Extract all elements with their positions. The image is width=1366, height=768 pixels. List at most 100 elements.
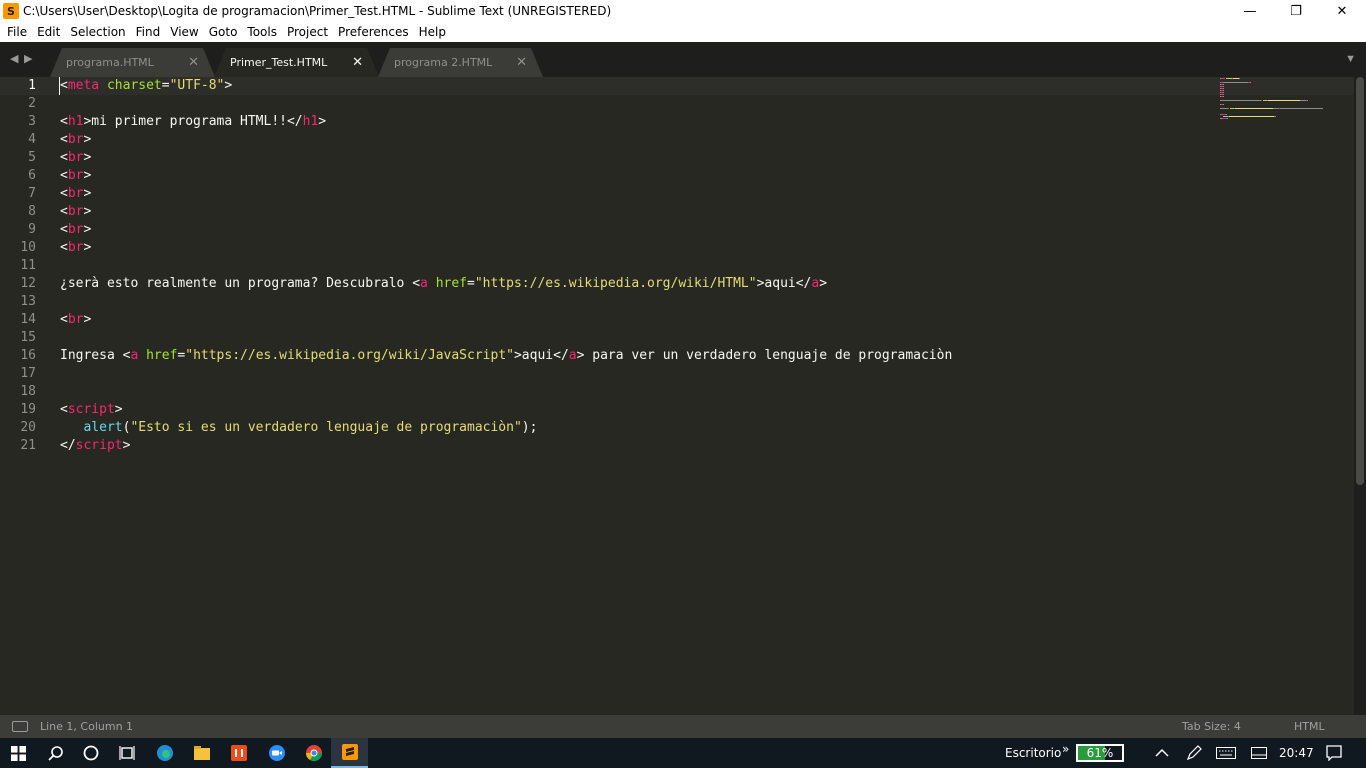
minimap-line [1226, 114, 1227, 115]
tab-label: programa.HTML [66, 56, 154, 69]
code-line[interactable]: alert("Esto si es un verdadero lenguaje … [60, 419, 537, 437]
line-number: 13 [20, 294, 36, 309]
code-token: > [83, 204, 92, 219]
file-explorer-icon[interactable] [183, 738, 220, 768]
desktop-label[interactable]: Escritorio [1005, 746, 1061, 760]
code-token: < [60, 312, 68, 327]
syntax-indicator[interactable]: HTML [1294, 720, 1325, 733]
code-token: href [435, 276, 467, 291]
menu-file[interactable]: File [2, 25, 32, 39]
close-button[interactable]: ✕ [1319, 0, 1365, 22]
sublime-text-app-icon: S [3, 3, 19, 19]
code-token: br [67, 168, 84, 183]
code-line[interactable]: <br> [60, 221, 91, 239]
minimap-line [1223, 94, 1224, 95]
notification-center-icon[interactable] [1315, 738, 1352, 768]
tab-scroll-right-icon[interactable]: ▶ [24, 52, 32, 65]
tab-list-dropdown-icon[interactable]: ▼ [1345, 53, 1356, 65]
minimap-line [1223, 82, 1248, 83]
tab-close-icon[interactable]: ✕ [188, 55, 199, 70]
tab-label: programa 2.HTML [394, 56, 493, 69]
menu-find[interactable]: Find [131, 25, 166, 39]
menu-preferences[interactable]: Preferences [333, 25, 414, 39]
line-number: 3 [28, 114, 36, 129]
office-icon[interactable] [220, 738, 257, 768]
menu-goto[interactable]: Goto [204, 25, 243, 39]
code-token: > [83, 312, 92, 327]
code-token: br [67, 186, 84, 201]
code-line[interactable]: </script> [60, 437, 130, 455]
code-line[interactable]: <br> [60, 203, 91, 221]
code-token: ¿serà esto realmente un programa? Descub… [60, 276, 421, 291]
edge-icon[interactable] [146, 738, 183, 768]
tab-programa-2-html[interactable]: programa 2.HTML ✕ [378, 48, 543, 77]
code-line[interactable]: <br> [60, 149, 91, 167]
minimap-line [1223, 88, 1224, 89]
sublime-text-taskbar-icon[interactable] [331, 738, 368, 768]
minimap-line [1307, 100, 1308, 101]
code-line[interactable]: <br> [60, 185, 91, 203]
task-view-icon[interactable] [108, 738, 145, 768]
touch-keyboard-icon[interactable] [1207, 738, 1244, 768]
code-line[interactable]: <br> [60, 131, 91, 149]
code-token: "https://es.wikipedia.org/wiki/HTML" [474, 276, 757, 291]
tab-scroll-left-icon[interactable]: ◀ [10, 52, 18, 65]
code-token: < [60, 402, 68, 417]
code-token: > [318, 114, 327, 129]
code-token: > [83, 168, 92, 183]
code-line[interactable]: <h1>mi primer programa HTML!!</h1> [60, 113, 326, 131]
search-icon[interactable] [37, 738, 74, 768]
menu-project[interactable]: Project [282, 25, 333, 39]
windows-taskbar: Escritorio » 61% 20:47 [0, 738, 1366, 768]
toolbar-chevron-icon[interactable]: » [1062, 742, 1069, 756]
code-token: ); [521, 420, 538, 435]
menu-tools[interactable]: Tools [242, 25, 282, 39]
vertical-scrollbar[interactable] [1354, 77, 1366, 715]
code-token: "Esto si es un verdadero lenguaje de pro… [130, 420, 522, 435]
battery-indicator[interactable]: 61% [1076, 744, 1124, 762]
menu-selection[interactable]: Selection [65, 25, 130, 39]
line-number: 7 [28, 186, 36, 201]
line-number: 1 [28, 78, 36, 93]
tab-programa-html[interactable]: programa.HTML ✕ [50, 48, 215, 77]
chrome-icon[interactable] [295, 738, 332, 768]
line-number: 19 [20, 402, 36, 417]
code-token: = [467, 276, 475, 291]
windows-start-icon[interactable] [0, 738, 37, 768]
display-icon[interactable] [1240, 738, 1277, 768]
tab-close-icon[interactable]: ✕ [352, 55, 363, 70]
menu-help[interactable]: Help [414, 25, 451, 39]
code-line[interactable]: <br> [60, 311, 91, 329]
code-token: meta [67, 78, 100, 93]
minimap-line [1223, 96, 1224, 97]
clock[interactable]: 20:47 [1279, 746, 1314, 760]
code-line[interactable]: <meta charset="UTF-8"> [60, 77, 232, 95]
code-line[interactable]: <br> [60, 239, 91, 257]
maximize-button[interactable]: ❐ [1273, 0, 1319, 22]
editor-pane[interactable]: 1 2 3 4 5 6 7 8 9 10 11 12 13 14 15 16 17 18 19 20 21 <meta … [0, 77, 1366, 715]
minimize-button[interactable]: — [1227, 0, 1273, 22]
menu-edit[interactable]: Edit [32, 25, 65, 39]
minimap-line [1223, 90, 1224, 91]
minimap-line [1223, 84, 1224, 85]
zoom-icon[interactable] [258, 738, 295, 768]
minimap-line [1223, 104, 1224, 105]
tab-close-icon[interactable]: ✕ [516, 55, 527, 70]
line-number: 12 [20, 276, 36, 291]
code-token: href [146, 348, 178, 363]
menu-view[interactable]: View [165, 25, 203, 39]
tab-size-indicator[interactable]: Tab Size: 4 [1182, 720, 1241, 733]
scrollbar-thumb[interactable] [1356, 77, 1364, 485]
tab-primer-test-html[interactable]: Primer_Test.HTML ✕ [214, 48, 379, 77]
minimap[interactable] [1220, 77, 1330, 122]
code-token: br [67, 150, 84, 165]
code-line[interactable]: Ingresa <a href="https://es.wikipedia.or… [60, 347, 952, 365]
cortana-icon[interactable] [72, 738, 109, 768]
code-line[interactable]: ¿serà esto realmente un programa? Descub… [60, 275, 827, 293]
code-line[interactable]: <script> [60, 401, 123, 419]
panel-toggle-icon[interactable] [12, 721, 28, 732]
line-number: 15 [20, 330, 36, 345]
code-line[interactable]: <br> [60, 167, 91, 185]
line-number-gutter: 1 2 3 4 5 6 7 8 9 10 11 12 13 14 15 16 17 18 19 20 21 [0, 77, 52, 715]
